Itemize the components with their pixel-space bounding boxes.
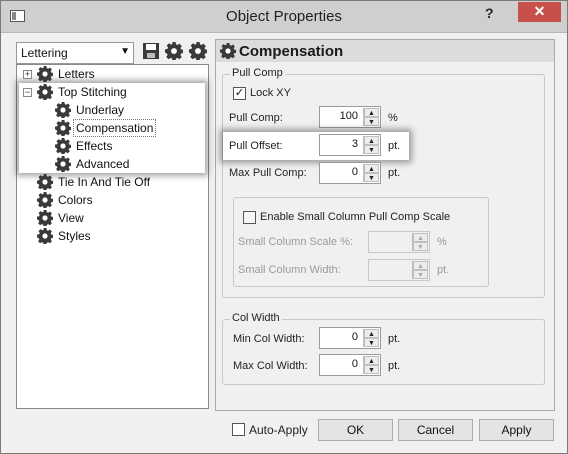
increment-icon[interactable]: ▲ (413, 233, 428, 242)
object-type-value: Lettering (21, 46, 68, 60)
tree-item-letters[interactable]: Letters (37, 65, 97, 83)
tree-item-styles[interactable]: Styles (37, 227, 93, 245)
increment-icon[interactable]: ▲ (364, 164, 379, 173)
max-col-width-spinner[interactable]: 0 ▲ ▼ (319, 354, 381, 376)
decrement-icon[interactable]: ▼ (364, 145, 379, 154)
col-width-group-label: Col Width (230, 312, 282, 324)
pull-comp-label: Pull Comp: (229, 112, 283, 124)
gear-icon (37, 192, 53, 208)
gear-icon (55, 138, 71, 154)
enable-small-column-checkbox[interactable] (243, 211, 256, 224)
min-col-width-label: Min Col Width: (233, 333, 305, 345)
tree-item-tie-in-and-tie-off[interactable]: Tie In And Tie Off (37, 173, 152, 191)
panel-title: Compensation (239, 42, 344, 60)
gear-icon (37, 174, 53, 190)
min-col-width-unit: pt. (388, 333, 401, 345)
small-column-width-label: Small Column Width: (238, 264, 341, 276)
min-col-width-spinner[interactable]: 0 ▲ ▼ (319, 327, 381, 349)
decrement-icon[interactable]: ▼ (364, 117, 379, 126)
tree-item-label: Letters (58, 67, 95, 81)
object-properties-window: Object Properties ? ✕ Lettering ▼ Letter… (0, 0, 568, 454)
gear-icon (55, 120, 71, 136)
cancel-button[interactable]: Cancel (398, 419, 473, 441)
panel-header: Compensation (216, 40, 554, 62)
increment-icon[interactable]: ▲ (364, 356, 379, 365)
decrement-icon[interactable]: ▼ (364, 365, 379, 374)
gear-icon (220, 43, 236, 59)
small-column-width-spinner[interactable]: ▲ ▼ (368, 259, 430, 281)
increment-icon[interactable]: ▲ (364, 108, 379, 117)
gear-icon (55, 156, 71, 172)
window-title: Object Properties (226, 8, 342, 25)
small-column-scale-spinner[interactable]: ▲ ▼ (368, 231, 430, 253)
ok-button[interactable]: OK (318, 419, 393, 441)
tree-item-underlay[interactable]: Underlay (55, 101, 126, 119)
decrement-icon[interactable]: ▼ (364, 338, 379, 347)
tree-item-label: View (58, 211, 84, 225)
tree-item-label: Tie In And Tie Off (58, 175, 151, 189)
save-icon[interactable] (142, 42, 160, 60)
pull-offset-value: 3 (351, 138, 358, 150)
title-bar: Object Properties ? ✕ (1, 1, 567, 33)
gear-icon (55, 102, 71, 118)
max-col-width-label: Max Col Width: (233, 360, 308, 372)
increment-icon[interactable]: ▲ (364, 329, 379, 338)
tree-item-colors[interactable]: Colors (37, 191, 95, 209)
pull-offset-spinner[interactable]: 3 ▲ ▼ (319, 134, 381, 156)
increment-icon[interactable]: ▲ (413, 261, 428, 270)
max-pull-comp-value: 0 (351, 166, 358, 178)
gear-icon (37, 66, 53, 82)
tree-item-label: Top Stitching (58, 85, 127, 99)
tree-item-label: Underlay (76, 103, 125, 117)
increment-icon[interactable]: ▲ (364, 136, 379, 145)
pull-comp-spinner[interactable]: 100 ▲ ▼ (319, 106, 381, 128)
pull-offset-label: Pull Offset: (229, 140, 283, 152)
expand-toggle-icon[interactable]: + (23, 70, 32, 79)
gear-icon (37, 210, 53, 226)
pull-comp-value: 100 (339, 110, 358, 122)
tree-item-label: Colors (58, 193, 93, 207)
tree-item-advanced[interactable]: Advanced (55, 155, 131, 173)
auto-apply-checkbox[interactable] (232, 423, 245, 436)
max-pull-comp-spinner[interactable]: 0 ▲ ▼ (319, 162, 381, 184)
expand-toggle-icon[interactable]: − (23, 88, 32, 97)
enable-small-column-label: Enable Small Column Pull Comp Scale (260, 211, 451, 223)
apply-button[interactable]: Apply (479, 419, 554, 441)
auto-apply-label: Auto-Apply (249, 423, 308, 437)
min-col-width-value: 0 (351, 331, 358, 343)
tree-item-label: Compensation (72, 119, 157, 137)
col-width-group (222, 319, 545, 385)
tree-item-compensation[interactable]: Compensation (55, 119, 157, 137)
tree-item-effects[interactable]: Effects (55, 137, 114, 155)
decrement-icon[interactable]: ▼ (413, 270, 428, 279)
lock-xy-label: Lock XY (250, 87, 291, 99)
object-type-select[interactable]: Lettering ▼ (16, 42, 134, 64)
pull-comp-group-label: Pull Comp (230, 67, 285, 79)
pull-offset-unit: pt. (388, 140, 401, 152)
max-pull-comp-label: Max Pull Comp: (229, 167, 307, 179)
max-col-width-value: 0 (351, 358, 358, 370)
tree-item-label: Advanced (76, 157, 130, 171)
gear-apply-icon[interactable] (189, 42, 207, 60)
gear-settings-icon[interactable] (165, 42, 183, 60)
small-column-scale-label: Small Column Scale %: (238, 236, 353, 248)
max-col-width-unit: pt. (388, 360, 401, 372)
gear-icon (37, 84, 53, 100)
max-pull-comp-unit: pt. (388, 167, 401, 179)
tree-item-view[interactable]: View (37, 209, 86, 227)
gear-icon (37, 228, 53, 244)
tree-item-label: Styles (58, 229, 91, 243)
decrement-icon[interactable]: ▼ (413, 242, 428, 251)
small-column-scale-unit: % (437, 236, 447, 248)
pull-comp-unit: % (388, 112, 398, 124)
decrement-icon[interactable]: ▼ (364, 173, 379, 182)
tree-item-top-stitching[interactable]: Top Stitching (37, 83, 129, 101)
help-button[interactable]: ? (485, 5, 494, 21)
chevron-down-icon: ▼ (120, 46, 130, 57)
small-column-width-unit: pt. (437, 264, 450, 276)
close-button[interactable]: ✕ (518, 2, 561, 22)
lock-xy-checkbox[interactable]: ✓ (233, 87, 246, 100)
tree-item-label: Effects (76, 139, 113, 153)
